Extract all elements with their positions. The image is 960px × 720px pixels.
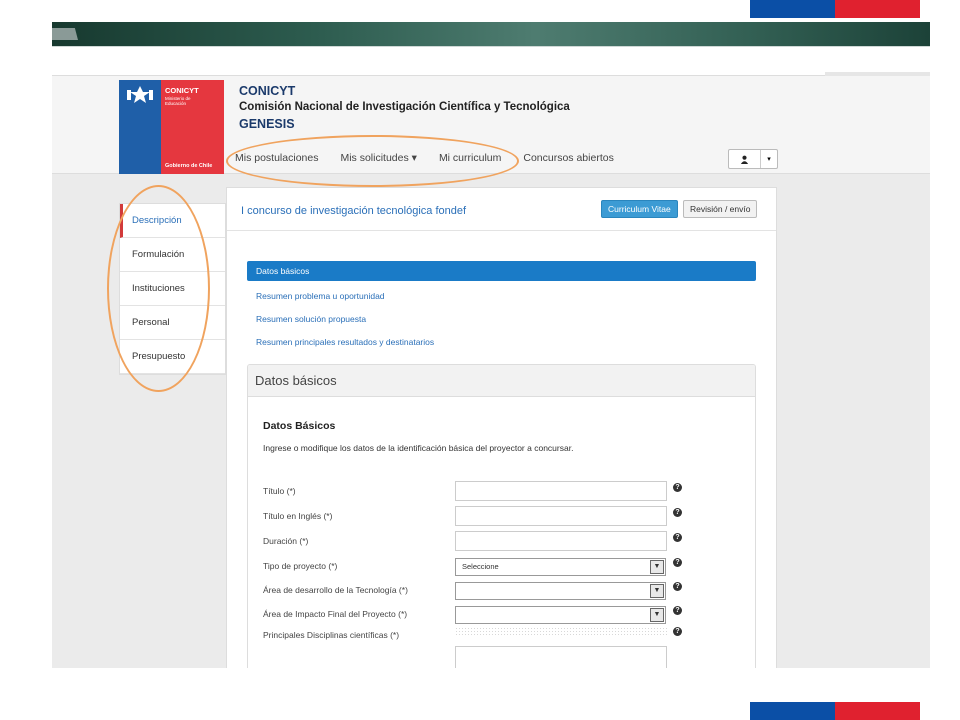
field-label: Área de Impacto Final del Proyecto (*) xyxy=(263,609,408,619)
system-name: GENESIS xyxy=(239,117,295,131)
logo-text-block: CONICYT Ministerio de Educación Gobierno… xyxy=(161,80,224,174)
org-full-name: Comisión Nacional de Investigación Cient… xyxy=(239,101,570,113)
help-icon[interactable]: ? xyxy=(673,627,682,636)
user-menu-button[interactable]: ▾ xyxy=(728,149,778,169)
highlight-ellipse-sidebar xyxy=(107,185,210,392)
help-icon[interactable]: ? xyxy=(673,558,682,567)
subnav-resumen-solucion[interactable]: Resumen solución propuesta xyxy=(247,307,756,330)
disciplinas-toolbar xyxy=(455,627,667,635)
disciplinas-textarea[interactable] xyxy=(455,646,667,668)
field-area-desarrollo: Área de desarrollo de la Tecnología (*) … xyxy=(263,580,693,600)
screenshot-root: CONICYT Ministerio de Educación Gobierno… xyxy=(0,0,960,720)
help-icon[interactable]: ? xyxy=(673,606,682,615)
titulo-input[interactable] xyxy=(455,481,667,501)
highlight-ellipse-nav xyxy=(226,135,519,187)
help-icon[interactable]: ? xyxy=(673,582,682,591)
field-titulo-ingles: Título en Inglés (*) ? xyxy=(263,506,693,526)
logo-brand: CONICYT xyxy=(165,86,199,95)
dropdown-arrow-icon: ▼ xyxy=(650,560,664,574)
chevron-down-icon: ▾ xyxy=(767,156,771,163)
titulo-ingles-input[interactable] xyxy=(455,506,667,526)
logo-ministry: Ministerio de Educación xyxy=(165,96,191,106)
tipo-proyecto-select[interactable]: Seleccione ▼ xyxy=(455,558,666,576)
field-label: Área de desarrollo de la Tecnología (*) xyxy=(263,585,408,595)
field-area-impacto: Área de Impacto Final del Proyecto (*) ▼… xyxy=(263,604,693,624)
subnav-resumen-problema[interactable]: Resumen problema u oportunidad xyxy=(247,284,756,307)
field-label: Duración (*) xyxy=(263,536,309,546)
area-desarrollo-select[interactable]: ▼ xyxy=(455,582,666,600)
area-impacto-select[interactable]: ▼ xyxy=(455,606,666,624)
field-titulo: Título (*) ? xyxy=(263,481,693,501)
field-label: Tipo de proyecto (*) xyxy=(263,561,338,571)
logo-government: Gobierno de Chile xyxy=(165,163,213,169)
divider xyxy=(227,230,776,231)
logo-emblem xyxy=(119,80,161,174)
duracion-input[interactable] xyxy=(455,531,667,551)
conicyt-logo[interactable]: CONICYT Ministerio de Educación Gobierno… xyxy=(119,80,224,174)
panel-title: Datos básicos xyxy=(248,365,755,397)
form-heading: Datos Básicos xyxy=(263,420,336,432)
help-icon[interactable]: ? xyxy=(673,483,682,492)
contest-title: I concurso de investigación tecnológica … xyxy=(241,205,467,217)
subnav-datos-basicos[interactable]: Datos básicos xyxy=(247,261,756,281)
select-value: Seleccione xyxy=(462,562,499,571)
subsection-nav: Datos básicos Resumen problema u oportun… xyxy=(247,261,756,353)
review-submit-button[interactable]: Revisión / envío xyxy=(683,200,758,218)
subnav-resumen-resultados[interactable]: Resumen principales resultados y destina… xyxy=(247,330,756,353)
field-label: Título en Inglés (*) xyxy=(263,511,333,521)
nav-concursos-abiertos[interactable]: Concursos abiertos xyxy=(523,152,613,164)
browser-address-bar[interactable] xyxy=(52,46,930,76)
field-label: Título (*) xyxy=(263,486,296,496)
browser-tabbar xyxy=(52,22,930,46)
org-titles: CONICYT Comisión Nacional de Investigaci… xyxy=(239,84,570,131)
user-icon xyxy=(729,150,761,168)
dropdown-arrow-icon: ▼ xyxy=(650,584,664,598)
field-duracion: Duración (*) ? xyxy=(263,531,693,551)
flag-bar-top xyxy=(750,0,920,18)
dropdown-arrow-icon: ▼ xyxy=(650,608,664,622)
field-label: Principales Disciplinas científicas (*) xyxy=(263,630,400,640)
field-tipo-proyecto: Tipo de proyecto (*) Seleccione ▼ ? xyxy=(263,556,693,576)
curriculum-vitae-button[interactable]: Curriculum Vitae xyxy=(601,200,678,218)
browser-tab[interactable] xyxy=(52,28,78,40)
coat-of-arms-icon xyxy=(127,86,153,103)
help-icon[interactable]: ? xyxy=(673,533,682,542)
flag-bar-bottom xyxy=(750,702,920,720)
help-icon[interactable]: ? xyxy=(673,508,682,517)
datos-basicos-panel: Datos básicos Datos Básicos Ingrese o mo… xyxy=(247,364,756,668)
content-panel: I concurso de investigación tecnológica … xyxy=(226,187,777,668)
form-description: Ingrese o modifique los datos de la iden… xyxy=(263,443,574,453)
org-name: CONICYT xyxy=(239,84,296,98)
